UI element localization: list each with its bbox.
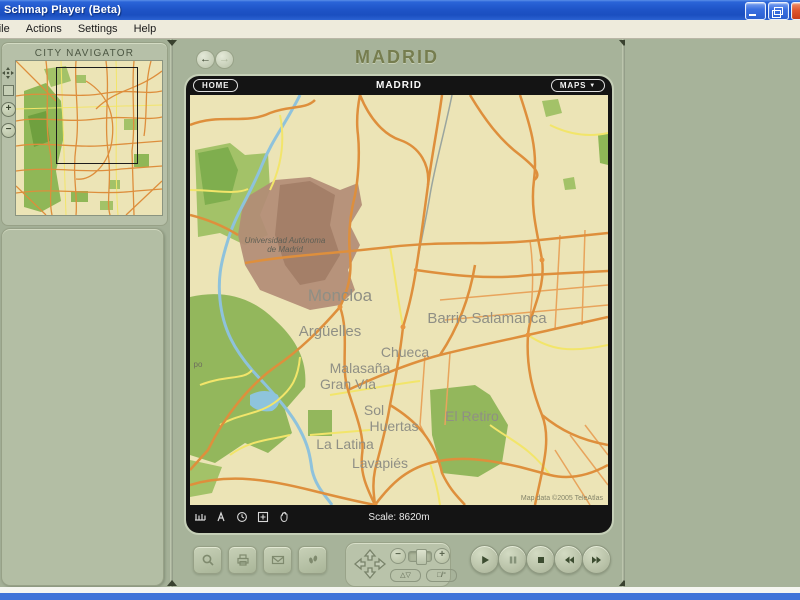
minimap-viewport[interactable] <box>56 67 138 164</box>
email-button[interactable] <box>263 546 292 574</box>
pan-down-icon <box>365 568 375 578</box>
map-label: La Latina <box>316 436 374 452</box>
taskbar-edge <box>0 593 800 600</box>
fast-forward-button[interactable] <box>582 545 611 574</box>
window-controls <box>745 2 800 20</box>
close-button[interactable] <box>791 2 800 20</box>
zoom-slider[interactable] <box>408 551 432 562</box>
rewind-icon <box>563 554 575 566</box>
shape-toggle-button[interactable]: □/° <box>426 569 457 582</box>
pan-left-icon <box>355 559 365 569</box>
chevron-down-icon: ▼ <box>589 83 596 89</box>
map-label: Gran Vía <box>320 376 376 392</box>
fast-forward-icon <box>591 554 603 566</box>
main-area: ← → MADRID HOME MADRID MAPS ▼ <box>174 39 622 587</box>
zoom-out-button[interactable]: − <box>1 123 16 138</box>
map-label: Argüelles <box>299 323 362 340</box>
rewind-button[interactable] <box>554 545 583 574</box>
zoom-slider-thumb[interactable] <box>416 549 427 565</box>
map-label: Universidad Autónoma <box>245 236 326 245</box>
map-label: Barrio Salamanca <box>427 310 547 327</box>
minimize-icon <box>749 14 756 16</box>
pause-button[interactable] <box>498 545 527 574</box>
printer-icon <box>236 553 250 567</box>
navigator-title: CITY NAVIGATOR <box>2 43 167 59</box>
dpad[interactable] <box>352 547 388 581</box>
content-area: CITY NAVIGATOR <box>0 39 800 587</box>
search-icon <box>201 553 215 567</box>
maps-button[interactable]: MAPS ▼ <box>551 79 605 92</box>
sidebar-lower-panel <box>1 228 164 586</box>
map-viewer: HOME MADRID MAPS ▼ <box>186 76 612 533</box>
maps-label: MAPS <box>560 81 586 90</box>
viewer-title: MADRID <box>186 80 612 91</box>
pause-icon <box>507 554 519 566</box>
zoom-in-button[interactable]: + <box>434 548 450 564</box>
play-button[interactable] <box>470 545 499 574</box>
window-title: Schmap Player (Beta) <box>0 4 121 16</box>
map-label: Sol <box>364 402 384 418</box>
restore-icon <box>774 7 783 15</box>
envelope-icon <box>271 553 285 567</box>
map-image: Universidad Autónomade Madrid Moncloa Argü… <box>190 95 608 505</box>
map-canvas[interactable]: Universidad Autónomade Madrid Moncloa Argü… <box>190 95 608 505</box>
map-copyright: Map data ©2005 TeleAtlas <box>521 495 603 502</box>
tilt-toggle-button[interactable]: △▽ <box>390 569 421 582</box>
menu-file[interactable]: File <box>0 23 18 35</box>
pan-up-icon <box>365 550 375 560</box>
navigator-checkbox[interactable] <box>3 85 14 96</box>
stop-icon <box>535 554 547 566</box>
viewer-topbar: HOME MADRID MAPS ▼ <box>186 76 612 95</box>
zoom-out-button[interactable]: − <box>390 548 406 564</box>
navigation-pad-panel: − + △▽ □/° <box>345 542 451 587</box>
play-icon <box>479 554 491 566</box>
map-label: Huertas <box>369 418 418 434</box>
navigator-controls: + − <box>1 67 15 144</box>
menu-bar: File Actions Settings Help <box>0 20 800 39</box>
map-label: po <box>194 360 203 369</box>
menu-help[interactable]: Help <box>126 23 165 35</box>
tour-button[interactable] <box>298 546 327 574</box>
minimap[interactable] <box>15 60 163 216</box>
menu-actions[interactable]: Actions <box>18 23 70 35</box>
stop-button[interactable] <box>526 545 555 574</box>
left-splitter[interactable] <box>170 39 173 587</box>
viewer-bottombar: Scale: 8620m <box>186 505 612 529</box>
map-label: Malasaña <box>330 360 391 376</box>
zoom-in-button[interactable]: + <box>1 102 16 117</box>
footprints-icon <box>306 553 320 567</box>
page-title: MADRID <box>174 47 620 68</box>
map-label: Chueca <box>381 344 429 360</box>
restore-button[interactable] <box>768 2 789 20</box>
home-button[interactable]: HOME <box>193 79 238 92</box>
map-label: Lavapiés <box>352 455 408 471</box>
map-label: Moncloa <box>308 286 373 305</box>
menu-settings[interactable]: Settings <box>70 23 126 35</box>
right-panel <box>625 39 800 587</box>
scale-text: Scale: 8620m <box>186 512 612 523</box>
map-label: de Madrid <box>267 245 303 254</box>
map-label: El Retiro <box>445 408 499 424</box>
pan-right-icon <box>375 559 385 569</box>
print-button[interactable] <box>228 546 257 574</box>
pan-icon[interactable] <box>2 67 14 79</box>
minimize-button[interactable] <box>745 2 766 20</box>
sidebar: CITY NAVIGATOR <box>0 39 170 587</box>
search-button[interactable] <box>193 546 222 574</box>
titlebar: Schmap Player (Beta) <box>0 0 800 20</box>
app-window: Schmap Player (Beta) File Actions Settin… <box>0 0 800 600</box>
playback-controls: − + △▽ □/° <box>174 542 622 587</box>
